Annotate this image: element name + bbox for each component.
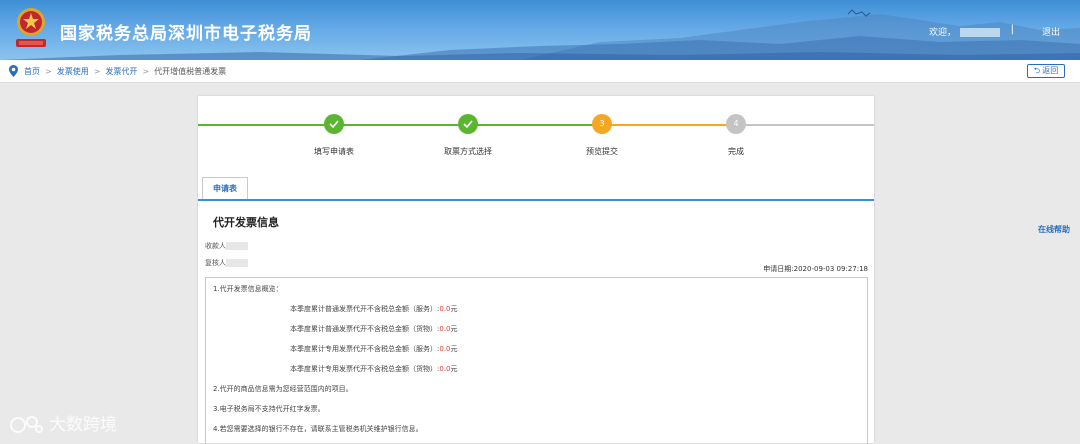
step-4-circle: 4 bbox=[726, 114, 746, 134]
notice-box: 1.代开发票信息概览： 本季度累计普通发票代开不含税总金额（服务）:0.0元 本… bbox=[205, 277, 868, 444]
quarter-item-3-label: 本季度累计专用发票代开不含税总金额（服务）: bbox=[290, 345, 440, 353]
reviewer-field: 复核人 bbox=[205, 258, 248, 268]
watermark: 大数跨境 bbox=[9, 410, 117, 436]
step-line-5 bbox=[736, 124, 874, 126]
step-3-circle: 3 bbox=[592, 114, 612, 134]
tax-emblem-icon bbox=[16, 8, 46, 47]
step-1-check-icon bbox=[324, 114, 344, 134]
quarter-item-3-amount: 0.0 bbox=[439, 345, 451, 353]
payee-field: 收款人 bbox=[205, 241, 248, 251]
quarter-item-1-amount: 0.0 bbox=[439, 305, 451, 313]
step-line-1 bbox=[198, 124, 334, 126]
quarter-item-2-label: 本季度累计普通发票代开不含税总金额（货物）: bbox=[290, 325, 440, 333]
payee-value-redacted bbox=[226, 242, 248, 250]
step-4-label: 完成 bbox=[728, 147, 744, 156]
quarter-item-1-unit: 元 bbox=[450, 305, 458, 313]
quarter-item-2-unit: 元 bbox=[450, 325, 458, 333]
watermark-logo-icon bbox=[10, 416, 43, 433]
reviewer-value-redacted bbox=[226, 259, 248, 267]
step-1-label: 填写申请表 bbox=[314, 147, 354, 156]
breadcrumb-current: 代开增值税普通发票 bbox=[154, 67, 227, 76]
quarter-item-4-label: 本季度累计专用发票代开不含税总金额（货物）: bbox=[290, 365, 440, 373]
notice-line-2: 2.代开的商品信息需为您经营范围内的项目。 bbox=[213, 385, 353, 393]
breadcrumb: 首页 > 发票使用 > 发票代开 > 代开增值税普通发票 bbox=[24, 66, 226, 77]
breadcrumb-separator: > bbox=[93, 67, 101, 76]
breadcrumb-bar: 首页 > 发票使用 > 发票代开 > 代开增值税普通发票 ⮌ 返回 bbox=[0, 60, 1080, 83]
notice-line-3: 3.电子税务局不支持代开红字发票。 bbox=[213, 405, 325, 413]
header-separator: | bbox=[1010, 24, 1014, 35]
breadcrumb-invoice-issue[interactable]: 发票代开 bbox=[105, 67, 137, 76]
quarter-item-4-amount: 0.0 bbox=[439, 365, 451, 373]
breadcrumb-separator: > bbox=[142, 67, 150, 76]
payee-label: 收款人 bbox=[205, 242, 226, 250]
quarter-item-3-unit: 元 bbox=[450, 345, 458, 353]
step-3-label: 预览提交 bbox=[586, 147, 618, 156]
breadcrumb-separator: > bbox=[45, 67, 52, 76]
watermark-text: 大数跨境 bbox=[49, 415, 117, 435]
location-pin-icon bbox=[9, 65, 18, 77]
section-title: 代开发票信息 bbox=[213, 216, 279, 229]
back-button[interactable]: ⮌ 返回 bbox=[1027, 64, 1065, 78]
site-title: 国家税务总局深圳市电子税务局 bbox=[60, 24, 312, 44]
step-2-check-icon bbox=[458, 114, 478, 134]
breadcrumb-invoice-use[interactable]: 发票使用 bbox=[57, 67, 89, 76]
tab-bar: 申请表 bbox=[198, 175, 874, 201]
quarter-item-1: 本季度累计普通发票代开不含税总金额（服务）:0.0元 bbox=[290, 304, 458, 314]
notice-overview: 1.代开发票信息概览： bbox=[213, 285, 283, 293]
welcome-label: 欢迎， bbox=[928, 28, 956, 38]
quarter-item-2: 本季度累计普通发票代开不含税总金额（货物）:0.0元 bbox=[290, 324, 458, 334]
step-line-2 bbox=[334, 124, 468, 126]
username-redacted bbox=[960, 28, 1000, 37]
application-panel: 填写申请表 取票方式选择 3 预览提交 4 完成 申请表 代开发票信息 收款人 … bbox=[198, 96, 874, 444]
breadcrumb-home[interactable]: 首页 bbox=[24, 67, 40, 76]
quarter-item-4: 本季度累计专用发票代开不含税总金额（货物）:0.0元 bbox=[290, 364, 458, 374]
step-line-4 bbox=[602, 124, 736, 126]
quarter-item-1-label: 本季度累计普通发票代开不含税总金额（服务）: bbox=[290, 305, 440, 313]
online-help-link[interactable]: 在线帮助 bbox=[1038, 224, 1070, 235]
back-label: 返回 bbox=[1042, 66, 1059, 75]
notice-line-4: 4.若您需要选择的银行不存在，请联系主管税务机关维护银行信息。 bbox=[213, 425, 423, 433]
apply-date: 申请日期:2020-09-03 09:27:18 bbox=[763, 265, 868, 273]
quarter-item-3: 本季度累计专用发票代开不含税总金额（服务）:0.0元 bbox=[290, 344, 458, 354]
back-arrow-icon: ⮌ bbox=[1033, 66, 1041, 75]
quarter-item-4-unit: 元 bbox=[450, 365, 458, 373]
reviewer-label: 复核人 bbox=[205, 259, 226, 267]
quarter-item-2-amount: 0.0 bbox=[439, 325, 451, 333]
tab-application-form[interactable]: 申请表 bbox=[202, 177, 248, 199]
step-2-label: 取票方式选择 bbox=[444, 147, 492, 156]
site-header: 国家税务总局深圳市电子税务局 欢迎， | 退出 bbox=[0, 0, 1080, 60]
step-line-3 bbox=[468, 124, 602, 126]
welcome-text: 欢迎， bbox=[929, 25, 1000, 38]
logout-link[interactable]: 退出 bbox=[1042, 25, 1060, 38]
